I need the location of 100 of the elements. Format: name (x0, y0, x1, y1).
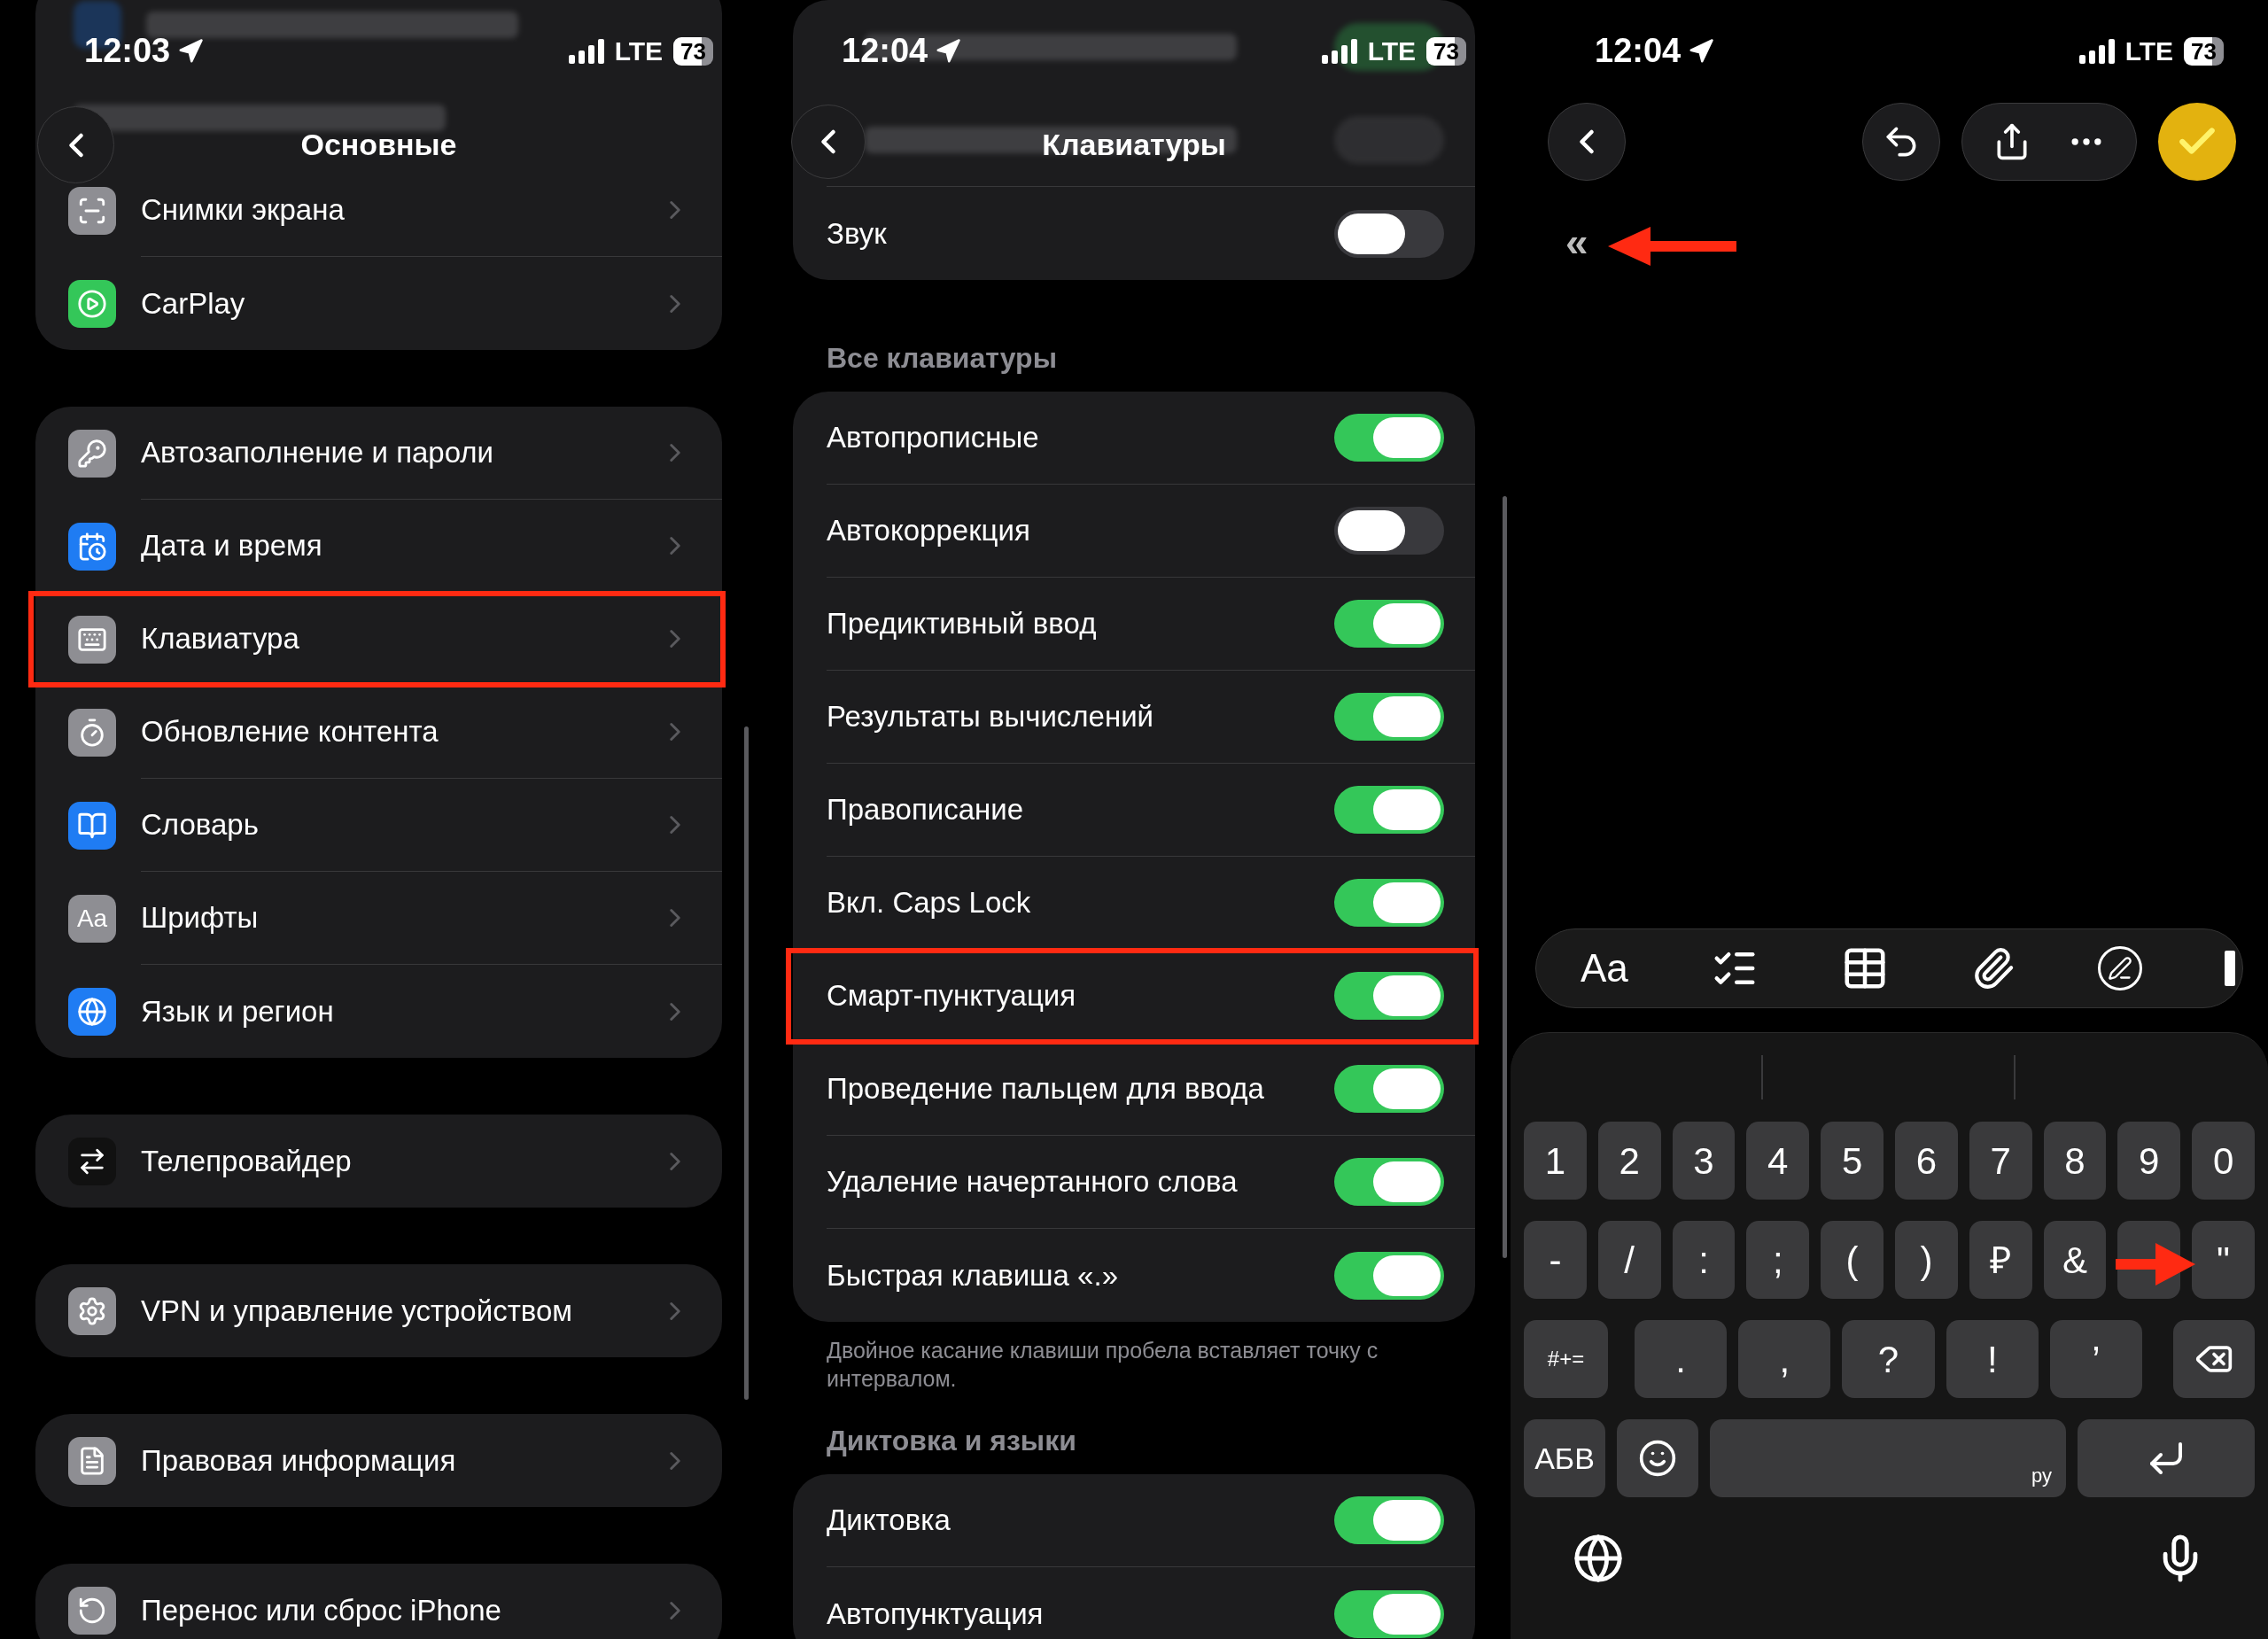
keyboard-key[interactable]: 8 (2043, 1122, 2107, 1200)
toggle-switch[interactable] (1334, 972, 1444, 1020)
row-label: Быстрая клавиша «.» (827, 1257, 1119, 1293)
emoji-key[interactable] (1617, 1419, 1698, 1497)
settings-row[interactable]: Aa Шрифты (35, 872, 722, 965)
row-label: Дата и время (141, 528, 323, 564)
keyboard-key[interactable]: 5 (1821, 1122, 1884, 1200)
network-label: LTE (2124, 35, 2174, 67)
row-label: Язык и регион (141, 993, 335, 1029)
markup-icon[interactable] (2097, 946, 2142, 990)
row-label: Диктовка (827, 1503, 951, 1539)
keyboard-key[interactable]: ; (1746, 1221, 1810, 1299)
settings-row[interactable]: VPN и управление устройством (35, 1264, 722, 1357)
settings-row[interactable]: Автозаполнение и пароли (35, 407, 722, 500)
keyboard-key[interactable]: & (2043, 1221, 2107, 1299)
backspace-key[interactable] (2173, 1320, 2255, 1398)
keyboard-key[interactable]: ( (1821, 1221, 1884, 1299)
keyboard-key[interactable]: . (1635, 1320, 1728, 1398)
row-label: Проведение пальцем для ввода (827, 1071, 1265, 1107)
keyboard-key[interactable]: 6 (1895, 1122, 1958, 1200)
battery-indicator: 73 (673, 36, 713, 66)
settings-row[interactable]: Язык и регион (35, 965, 722, 1058)
section-header: Диктовка и языки (827, 1425, 1076, 1456)
keyboard-key[interactable]: 0 (2192, 1122, 2255, 1200)
settings-row[interactable]: Словарь (35, 779, 722, 872)
text-format-button[interactable]: Aa (1581, 939, 1628, 998)
settings-row[interactable]: Телепровайдер (35, 1115, 722, 1208)
signal-icon (568, 38, 604, 64)
toggle-switch[interactable] (1334, 600, 1444, 648)
row-label: Правовая информация (141, 1442, 457, 1479)
toggle-switch[interactable] (1334, 1158, 1444, 1206)
section-header: Все клавиатуры (827, 342, 1057, 374)
location-icon (935, 37, 962, 65)
clock: 12:04 (842, 31, 928, 71)
settings-row[interactable]: Правовая информация (35, 1414, 722, 1507)
clock: 12:03 (84, 31, 171, 71)
settings-row[interactable]: Дата и время (35, 500, 722, 593)
settings-row[interactable]: Перенос или сброс iPhone (35, 1564, 722, 1639)
row-label: Удаление начертанного слова (827, 1164, 1239, 1200)
row-label: Клавиатура (141, 621, 300, 657)
row-label: Снимки экрана (141, 192, 346, 229)
row-label: Обновление контента (141, 714, 439, 750)
toggle-switch[interactable] (1334, 1496, 1444, 1544)
keyboard-key[interactable]: 9 (2117, 1122, 2181, 1200)
keyboard-key[interactable]: ? (1842, 1320, 1935, 1398)
screen-title: Основные (300, 127, 457, 163)
toggle-switch[interactable] (1334, 507, 1444, 555)
toggle-switch[interactable] (1334, 1065, 1444, 1113)
app-icon: Aa (68, 894, 116, 943)
space-key[interactable]: ру (1710, 1419, 2066, 1497)
keyboard-key[interactable]: ’ (2049, 1320, 2142, 1398)
clock: 12:04 (1595, 31, 1682, 71)
toggle-switch[interactable] (1334, 693, 1444, 741)
keyboard-key[interactable]: , (1738, 1320, 1831, 1398)
keyboard-key[interactable]: 7 (1969, 1122, 2032, 1200)
settings-row[interactable]: CarPlay (35, 257, 722, 350)
keyboard-key[interactable]: 1 (1524, 1122, 1587, 1200)
keyboard-key[interactable]: ) (1895, 1221, 1958, 1299)
keyboard-key[interactable]: ₽ (1969, 1221, 2032, 1299)
keyboard-key[interactable]: 4 (1746, 1122, 1810, 1200)
row-label: Автокоррекция (827, 513, 1031, 549)
keyboard-key[interactable]: 2 (1597, 1122, 1661, 1200)
keyboard-key[interactable]: 3 (1672, 1122, 1736, 1200)
signal-icon (1321, 38, 1357, 64)
battery-indicator: 73 (2184, 36, 2224, 66)
keyboard-key[interactable]: - (1524, 1221, 1587, 1299)
smiley-icon (1638, 1439, 1677, 1478)
toggle-switch[interactable] (1334, 786, 1444, 834)
row-label: CarPlay (141, 285, 246, 322)
toggle-switch[interactable] (1334, 209, 1444, 258)
row-label: Смарт-пунктуация (827, 978, 1077, 1014)
settings-row[interactable]: Клавиатура (35, 593, 722, 686)
mode-key[interactable]: АБВ (1524, 1419, 1605, 1497)
keyboard-key[interactable]: ! (1946, 1320, 2039, 1398)
row-label: Вкл. Caps Lock (827, 885, 1032, 921)
row-label: Перенос или сброс iPhone (141, 1592, 502, 1628)
keyboard-key[interactable]: " (2192, 1221, 2255, 1299)
mode-key[interactable]: #+= (1524, 1320, 1608, 1398)
row-label: Автозаполнение и пароли (141, 435, 495, 471)
toggle-switch[interactable] (1334, 879, 1444, 927)
collapse-marker[interactable]: « (1565, 219, 1588, 265)
row-label: Шрифты (141, 900, 260, 936)
toggle-switch[interactable] (1334, 414, 1444, 462)
globe-icon[interactable] (1573, 1533, 1624, 1584)
keyboard-key[interactable]: : (1672, 1221, 1736, 1299)
row-label: Автопрописные (827, 420, 1040, 456)
row-label: Результаты вычислений (827, 699, 1155, 735)
keyboard-key[interactable]: / (1597, 1221, 1661, 1299)
network-label: LTE (614, 35, 664, 67)
settings-row[interactable]: Обновление контента (35, 686, 722, 779)
section-footer: Двойное касание клавиши пробела вставляет точку с интервалом. (827, 1336, 1379, 1393)
toggle-switch[interactable] (1334, 1251, 1444, 1300)
screen-title: Клавиатуры (1042, 127, 1226, 163)
row-label: Звук (827, 215, 888, 252)
battery-indicator: 73 (1426, 36, 1466, 66)
toggle-switch[interactable] (1334, 1589, 1444, 1638)
signal-icon (2078, 38, 2115, 64)
row-label: VPN и управление устройством (141, 1293, 573, 1329)
row-label: Автопунктуация (827, 1596, 1045, 1632)
row-label: Правописание (827, 792, 1025, 828)
